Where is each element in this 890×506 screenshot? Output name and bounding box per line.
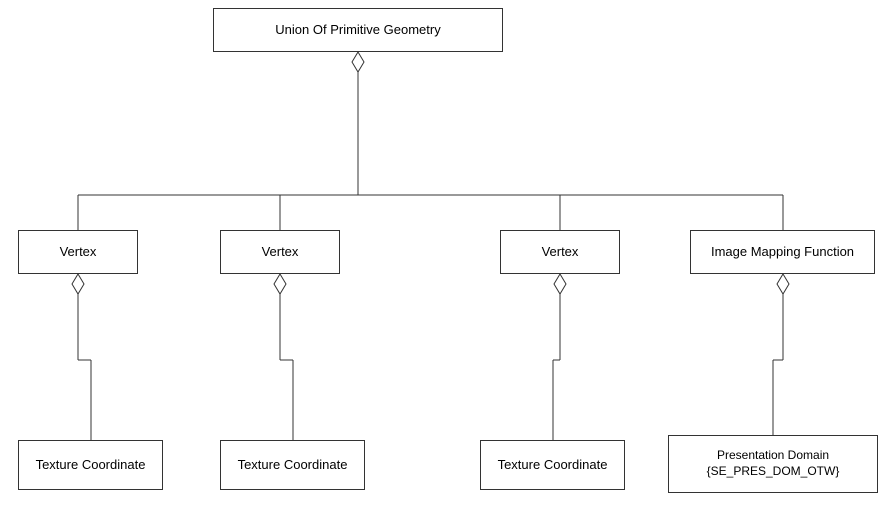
vertex-3-label: Vertex xyxy=(542,244,579,261)
texture-coord-1: Texture Coordinate xyxy=(18,440,163,490)
tc1-label: Texture Coordinate xyxy=(36,457,146,474)
vertex-node-2: Vertex xyxy=(220,230,340,274)
vertex-1-label: Vertex xyxy=(60,244,97,261)
diagram-container: Union Of Primitive Geometry Vertex Verte… xyxy=(0,0,890,506)
pd-label: Presentation Domain {SE_PRES_DOM_OTW} xyxy=(707,448,840,479)
presentation-domain-node: Presentation Domain {SE_PRES_DOM_OTW} xyxy=(668,435,878,493)
texture-coord-2: Texture Coordinate xyxy=(220,440,365,490)
vertex-node-3: Vertex xyxy=(500,230,620,274)
imf-node: Image Mapping Function xyxy=(690,230,875,274)
vertex-2-label: Vertex xyxy=(262,244,299,261)
tc3-label: Texture Coordinate xyxy=(498,457,608,474)
root-node: Union Of Primitive Geometry xyxy=(213,8,503,52)
texture-coord-3: Texture Coordinate xyxy=(480,440,625,490)
root-label: Union Of Primitive Geometry xyxy=(275,22,440,39)
tc2-label: Texture Coordinate xyxy=(238,457,348,474)
vertex-node-1: Vertex xyxy=(18,230,138,274)
imf-label: Image Mapping Function xyxy=(711,244,854,261)
